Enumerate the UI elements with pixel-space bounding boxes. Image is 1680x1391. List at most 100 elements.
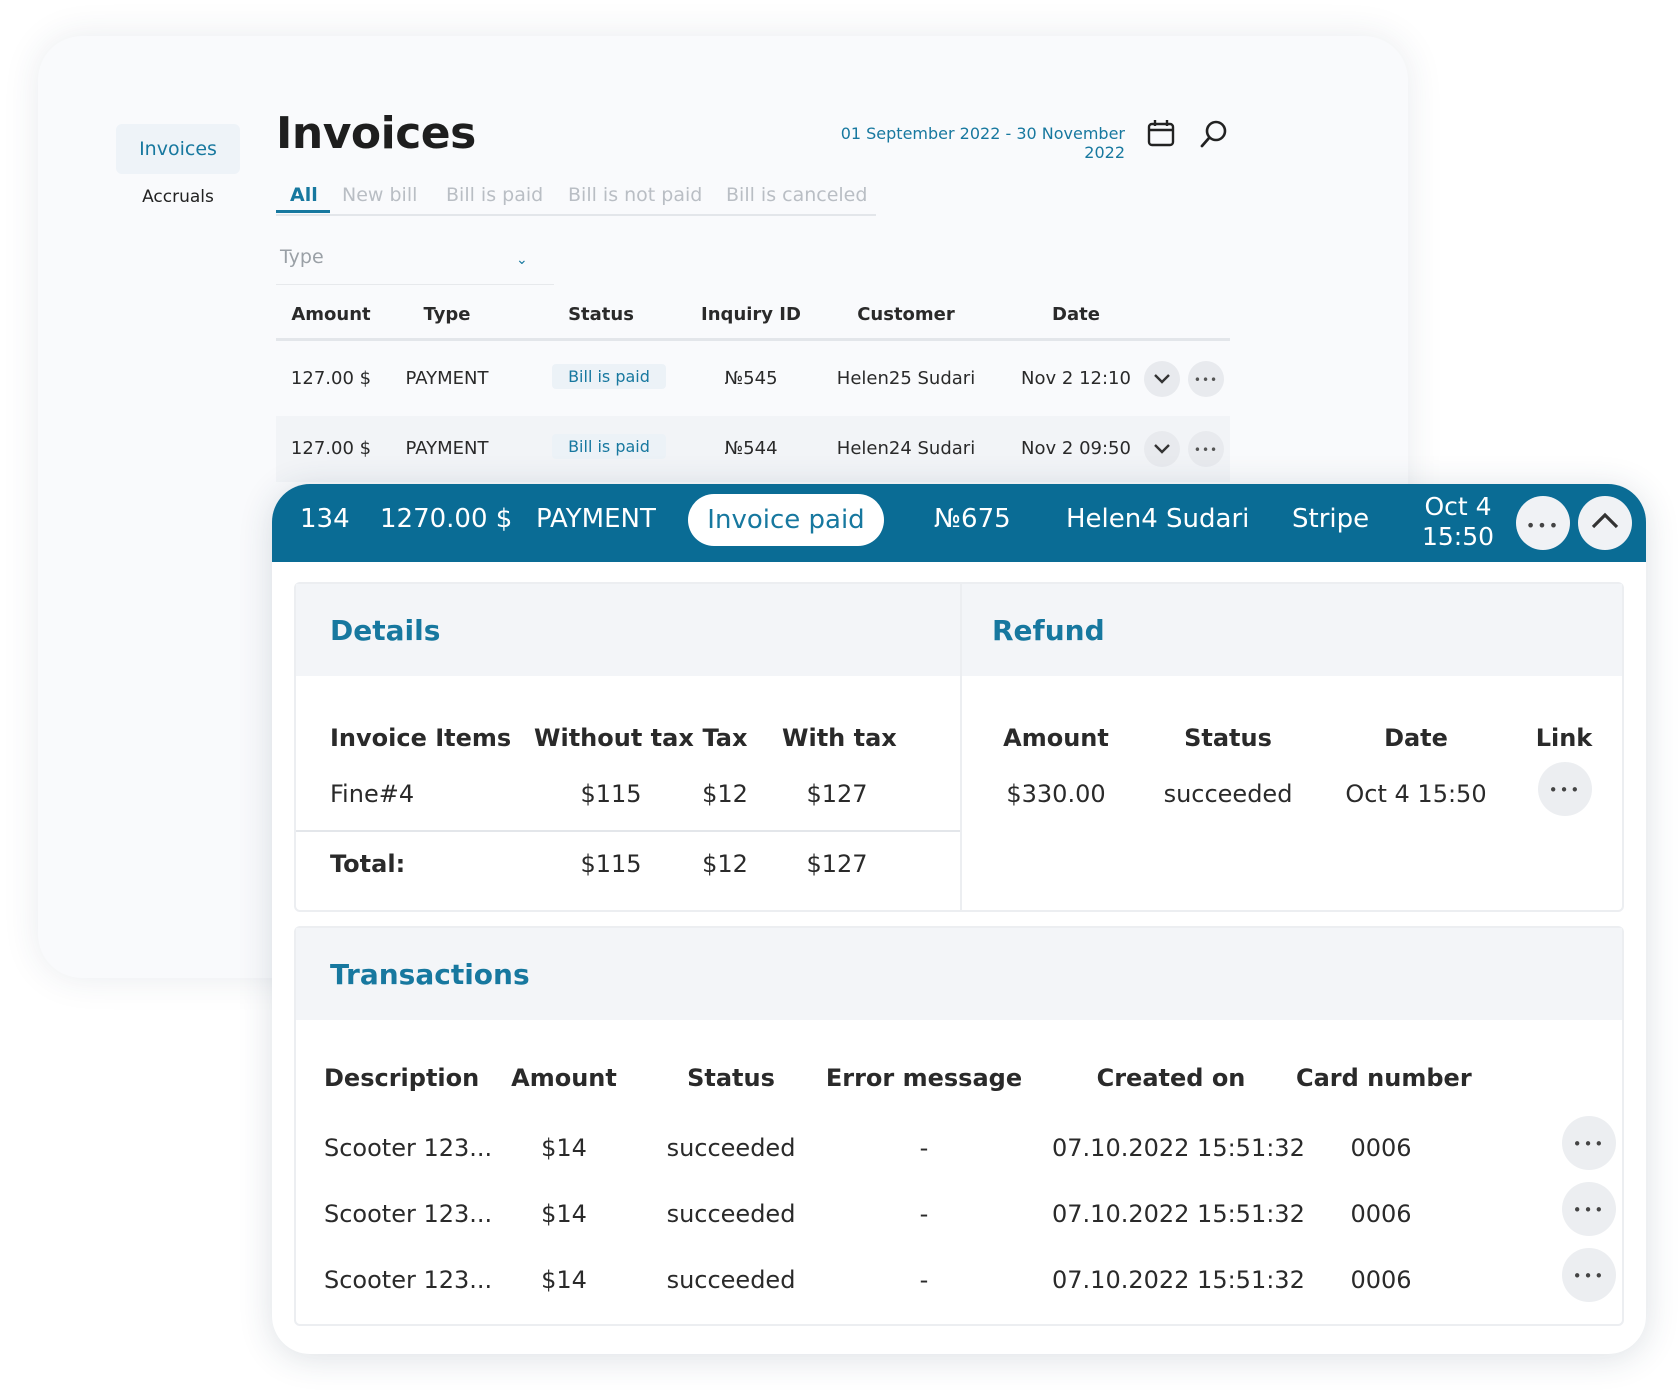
invoice-date-time: 15:50	[1422, 522, 1495, 551]
tx-description: Scooter 123...	[324, 1266, 493, 1294]
tx-card: 0006	[1350, 1200, 1412, 1228]
item-tax: $12	[702, 780, 748, 808]
more-button[interactable]: •••	[1188, 361, 1224, 397]
transactions-section: Transactions Description Amount Status E…	[294, 926, 1624, 1326]
tx-created: 07.10.2022 15:51:32	[1052, 1200, 1305, 1228]
col-created-on: Created on	[1096, 1064, 1246, 1092]
tab-bill-is-paid[interactable]: Bill is paid	[446, 184, 543, 206]
col-inquiry-id: Inquiry ID	[701, 304, 801, 325]
total-label: Total:	[330, 850, 406, 878]
tx-error: -	[919, 1266, 929, 1294]
tab-bill-is-not-paid[interactable]: Bill is not paid	[568, 184, 702, 206]
invoice-table-header: Amount Type Status Inquiry ID Customer D…	[276, 296, 1230, 341]
invoice-date: Oct 4 15:50	[1422, 492, 1494, 552]
refund-status: succeeded	[1163, 780, 1293, 808]
refund-link-button[interactable]: •••	[1538, 762, 1592, 816]
more-icon: •••	[1572, 1135, 1606, 1153]
item-name: Fine#4	[330, 780, 415, 808]
tab-new-bill[interactable]: New bill	[342, 184, 417, 206]
col-error-message: Error message	[825, 1064, 1023, 1092]
col-description: Description	[324, 1064, 480, 1092]
row-inquiry: №545	[724, 368, 778, 389]
row-amount: 127.00 $	[290, 368, 372, 389]
col-with-tax: With tax	[782, 724, 897, 752]
row-date: Nov 2 09:50	[1021, 438, 1131, 459]
section-header	[296, 584, 1622, 676]
invoice-provider: Stripe	[1292, 504, 1370, 534]
row-type: PAYMENT	[405, 368, 489, 389]
row-inquiry: №544	[724, 438, 778, 459]
status-badge: Invoice paid	[688, 494, 884, 546]
search-icon[interactable]	[1198, 118, 1230, 150]
row-amount: 127.00 $	[290, 438, 372, 459]
tx-created: 07.10.2022 15:51:32	[1052, 1134, 1305, 1162]
divider	[296, 830, 960, 832]
col-type: Type	[423, 304, 471, 325]
more-button[interactable]: •••	[1516, 496, 1570, 550]
col-card-number: Card number	[1296, 1064, 1472, 1092]
date-range-label[interactable]: 01 September 2022 - 30 November 2022	[800, 124, 1125, 162]
col-status: Status	[687, 1064, 775, 1092]
invoice-number: 134	[300, 504, 350, 534]
transactions-title: Transactions	[330, 958, 530, 991]
tx-more-button[interactable]: •••	[1562, 1182, 1616, 1236]
invoice-detail-panel: 134 1270.00 $ PAYMENT Invoice paid №675 …	[272, 484, 1646, 1354]
table-row[interactable]: 127.00 $ PAYMENT Bill is paid №544 Helen…	[276, 416, 1230, 482]
tx-more-button[interactable]: •••	[1562, 1116, 1616, 1170]
refund-amount: $330.00	[1006, 780, 1106, 808]
page-title: Invoices	[276, 108, 476, 159]
invoice-type: PAYMENT	[536, 504, 656, 534]
chevron-down-icon	[1154, 444, 1170, 454]
chevron-down-icon	[1154, 374, 1170, 384]
divider	[960, 584, 962, 910]
expanded-invoice-row[interactable]: 134 1270.00 $ PAYMENT Invoice paid №675 …	[272, 484, 1646, 562]
col-refund-amount: Amount	[1003, 724, 1109, 752]
tx-amount: $14	[541, 1266, 587, 1294]
more-icon: •••	[1572, 1201, 1606, 1219]
invoice-inquiry: №675	[934, 504, 1011, 534]
type-select-label: Type	[280, 246, 324, 268]
col-refund-date: Date	[1384, 724, 1448, 752]
status-tabs: All New bill Bill is paid Bill is not pa…	[276, 176, 876, 216]
expand-button[interactable]	[1144, 361, 1180, 397]
total-with-tax: $127	[806, 850, 868, 878]
row-type: PAYMENT	[405, 438, 489, 459]
col-invoice-items: Invoice Items	[330, 724, 512, 752]
col-tax: Tax	[702, 724, 748, 752]
tx-error: -	[919, 1200, 929, 1228]
tab-all[interactable]: All	[290, 184, 318, 206]
details-title: Details	[330, 614, 441, 647]
total-tax: $12	[702, 850, 748, 878]
tab-bill-is-canceled[interactable]: Bill is canceled	[726, 184, 867, 206]
tx-amount: $14	[541, 1200, 587, 1228]
active-tab-indicator	[276, 210, 330, 213]
more-button[interactable]: •••	[1188, 431, 1224, 467]
col-without-tax: Without tax	[534, 724, 694, 752]
sidebar-item-accruals[interactable]: Accruals	[116, 182, 240, 212]
calendar-icon[interactable]	[1146, 118, 1176, 148]
collapse-button[interactable]	[1578, 496, 1632, 550]
refund-date: Oct 4 15:50	[1345, 780, 1487, 808]
tx-description: Scooter 123...	[324, 1200, 493, 1228]
table-row[interactable]: 127.00 $ PAYMENT Bill is paid №545 Helen…	[276, 346, 1230, 412]
chevron-down-icon: ⌄	[516, 252, 528, 268]
tx-status: succeeded	[666, 1134, 796, 1162]
more-icon: •••	[1193, 443, 1219, 457]
tx-more-button[interactable]: •••	[1562, 1248, 1616, 1302]
col-refund-status: Status	[1184, 724, 1272, 752]
sidebar-item-invoices[interactable]: Invoices	[116, 124, 240, 174]
more-icon: •••	[1525, 516, 1561, 535]
col-refund-link: Link	[1535, 724, 1593, 752]
invoice-date-day: Oct 4	[1424, 492, 1492, 521]
details-refund-section: Details Refund Invoice Items Without tax…	[294, 582, 1624, 912]
col-amount: Amount	[291, 304, 371, 325]
tx-card: 0006	[1350, 1266, 1412, 1294]
type-select[interactable]: Type ⌄	[276, 238, 554, 285]
chevron-up-icon	[1591, 512, 1619, 529]
expand-button[interactable]	[1144, 431, 1180, 467]
tx-card: 0006	[1350, 1134, 1412, 1162]
status-badge: Bill is paid	[552, 434, 666, 459]
invoice-amount: 1270.00 $	[380, 504, 513, 534]
tx-status: succeeded	[666, 1266, 796, 1294]
col-date: Date	[1052, 304, 1100, 325]
